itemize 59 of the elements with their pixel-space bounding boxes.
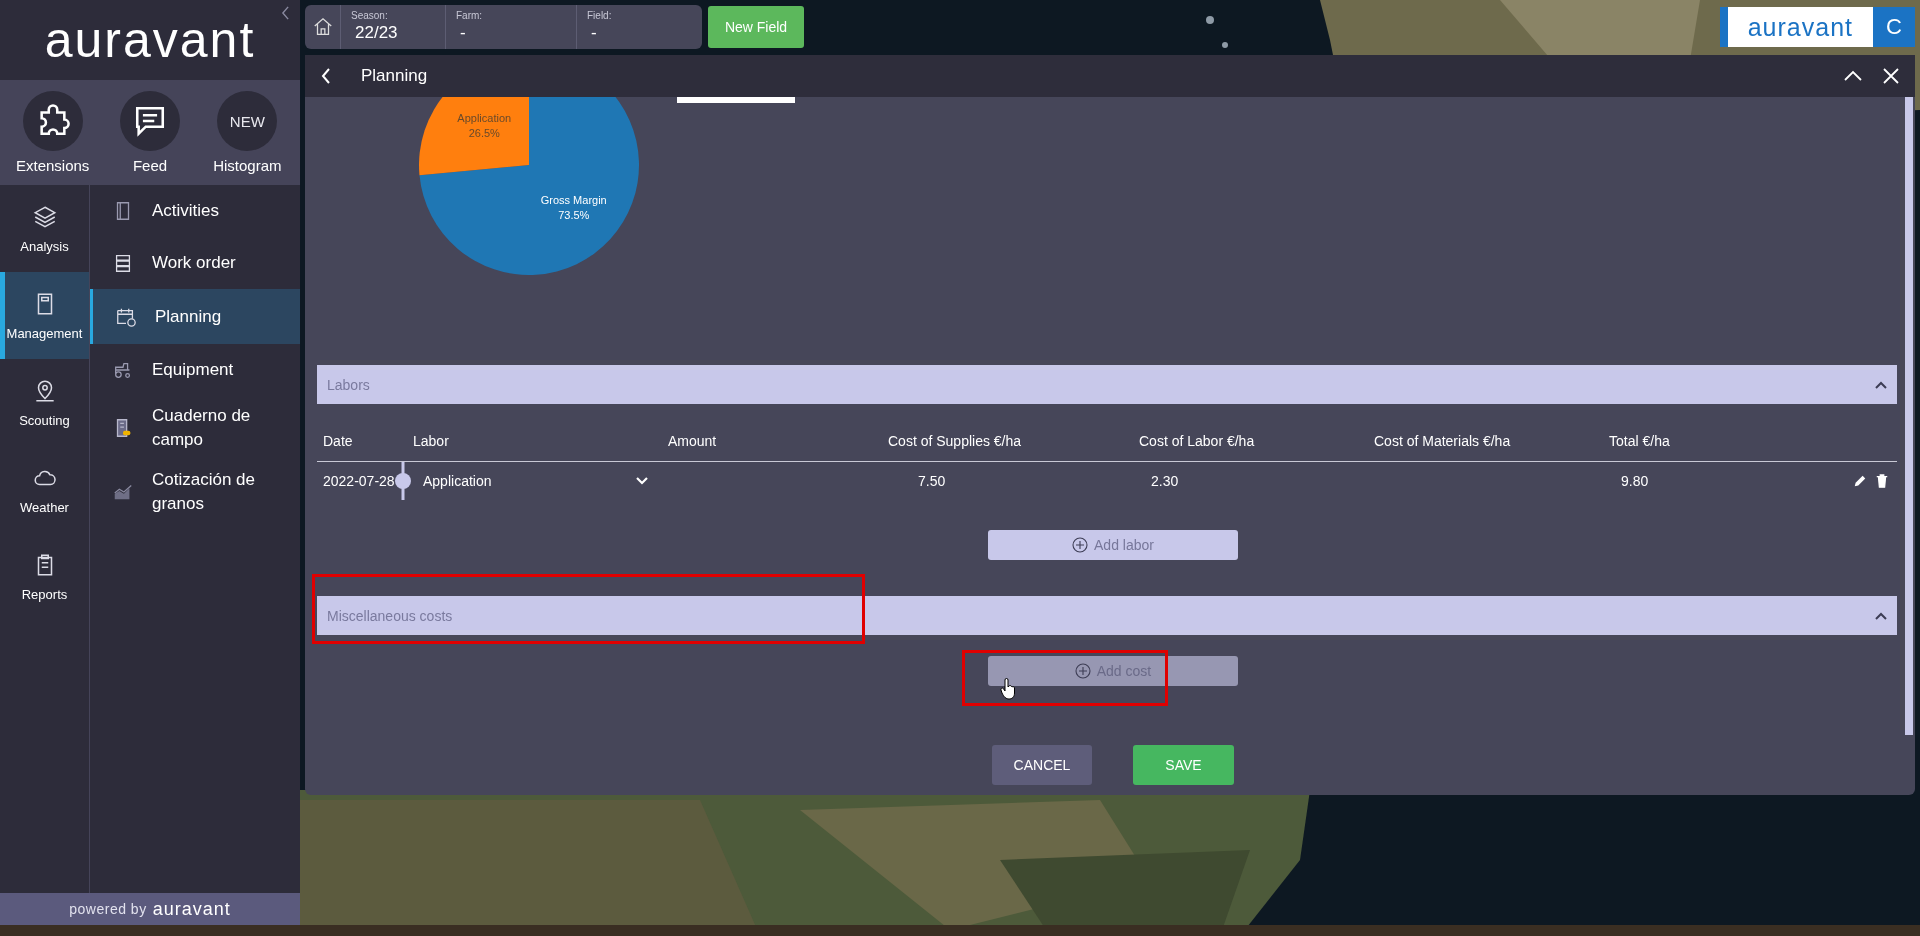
context-selector[interactable]: Farm: - — [446, 5, 577, 49]
menu-item[interactable]: Cuaderno de campo — [90, 396, 300, 460]
pointer-hand-icon — [1000, 678, 1016, 700]
collapse-icon[interactable] — [281, 6, 290, 20]
rail-item[interactable]: Analysis — [0, 185, 89, 272]
logo: auravant — [1727, 7, 1873, 47]
rail-item[interactable]: Reports — [0, 533, 89, 620]
powered-by-text: powered by — [69, 901, 147, 917]
scrollbar[interactable] — [1905, 97, 1913, 735]
menu-item[interactable]: Planning — [90, 289, 300, 344]
table-cell: 9.80 — [1621, 473, 1649, 489]
slice-label: Application — [457, 112, 512, 125]
quick-action-button[interactable]: Extensions — [4, 80, 101, 185]
section-title: Miscellaneous costs — [327, 607, 454, 624]
quick-action-button[interactable]: Feed — [102, 80, 198, 185]
timeline-dot-icon — [393, 462, 413, 500]
back-icon[interactable] — [321, 68, 331, 84]
context-selector[interactable]: Field: - — [577, 5, 702, 49]
logo: auravant — [44, 15, 256, 65]
section-title: Labors — [327, 376, 371, 393]
plus-circle-icon — [1072, 537, 1089, 553]
column-header: Total €/ha — [1609, 433, 1671, 449]
column-header: Cost of Supplies €/ha — [888, 433, 1023, 449]
rail-item[interactable]: Management — [0, 272, 89, 359]
cancel-button[interactable]: CANCEL — [992, 745, 1092, 785]
rail-item[interactable]: Scouting — [0, 359, 89, 446]
close-icon[interactable] — [1881, 68, 1901, 84]
column-header: Cost of Labor €/ha — [1139, 433, 1256, 449]
menu-item[interactable]: Equipment — [90, 344, 300, 396]
column-header: Amount — [668, 433, 718, 449]
dialog-title: Planning — [360, 66, 429, 86]
menu-item[interactable]: Work order — [90, 237, 300, 289]
slice-value: 73.5% — [558, 208, 590, 221]
column-header: Date — [323, 433, 354, 449]
rail-item[interactable]: Weather — [0, 446, 89, 533]
account-initial[interactable]: C — [1873, 7, 1915, 47]
quick-action-label: Extensions — [15, 157, 90, 174]
slice-label: Gross Margin — [540, 193, 607, 206]
trash-icon[interactable] — [1875, 474, 1889, 488]
table-cell: 7.50 — [918, 473, 946, 489]
column-header: Labor — [413, 433, 450, 449]
table-cell: 2022-07-28 — [323, 473, 395, 489]
quick-action-label: Histogram — [213, 157, 282, 174]
home-icon — [311, 16, 334, 38]
table-cell: 2.30 — [1151, 473, 1179, 489]
pencil-icon[interactable] — [1853, 474, 1867, 488]
plus-circle-icon — [1074, 663, 1091, 679]
table-cell: Application — [423, 473, 492, 489]
quick-action-button[interactable]: NEW Histogram — [199, 80, 296, 185]
quick-action-label: Feed — [132, 157, 168, 174]
menu-item[interactable]: Cotización de granos — [90, 460, 300, 524]
context-selector[interactable]: Season: 22/23 — [341, 5, 446, 49]
chat-icon — [133, 104, 167, 138]
dropdown-chevron-icon — [636, 477, 648, 485]
column-header: Cost of Materials €/ha — [1374, 433, 1512, 449]
slice-value: 26.5% — [468, 127, 500, 140]
menu-item[interactable]: Activities — [90, 185, 300, 237]
logo: auravant — [152, 898, 231, 920]
new-label: NEW — [229, 112, 265, 130]
